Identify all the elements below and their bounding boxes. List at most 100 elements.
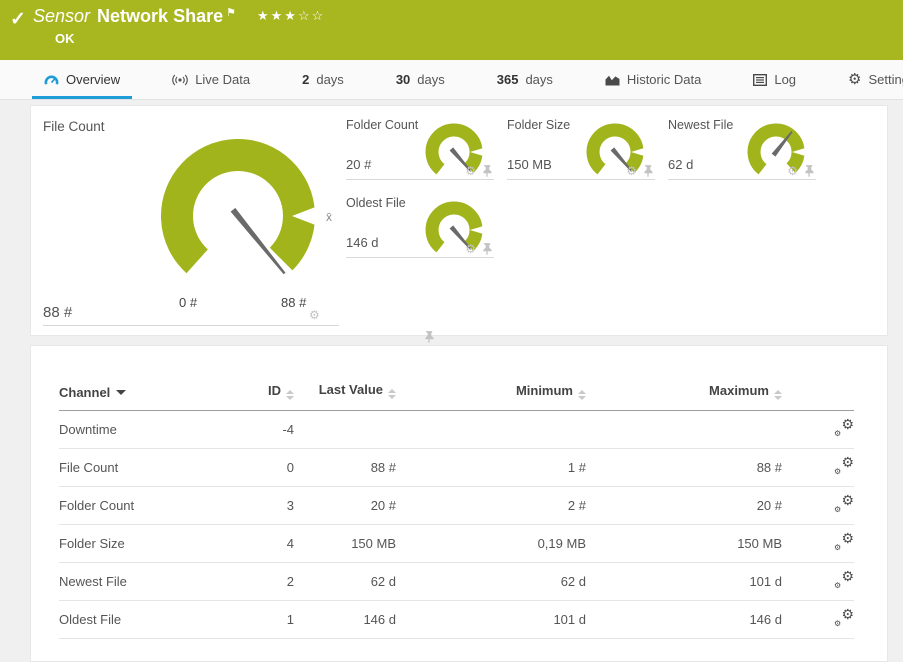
broadcast-icon: [172, 74, 188, 86]
sensor-kind-label: Sensor: [33, 6, 90, 26]
tab-log[interactable]: Log: [741, 60, 808, 99]
table-row-newest-file: Newest File 2 62 d 62 d 101 d ⚙⚙: [59, 562, 854, 600]
column-label: Maximum: [709, 383, 769, 398]
sort-desc-icon: [116, 390, 126, 395]
tab-bar: Overview Live Data 2 days 30 days 365 da…: [0, 60, 903, 100]
channel-name: Folder Count: [346, 118, 418, 132]
tab-settings[interactable]: ⚙ Settings: [836, 60, 903, 99]
mini-gauge-newest-file: Newest File 62 d ⚙: [668, 114, 816, 180]
tab-historic-data-label: Historic Data: [627, 72, 701, 87]
log-list-icon: [753, 74, 767, 86]
cell-maximum: [586, 410, 782, 448]
column-header-maximum[interactable]: Maximum: [586, 374, 782, 410]
primary-gauge: x̄: [146, 128, 356, 298]
channel-gear-icon[interactable]: ⚙: [626, 165, 637, 177]
cell-id: 2: [239, 562, 294, 600]
tab-live-data[interactable]: Live Data: [160, 60, 262, 99]
column-label: Channel: [59, 385, 110, 400]
channel-current-value: 20 #: [346, 157, 371, 172]
cell-last-value: 20 #: [294, 486, 396, 524]
mini-gauge-folder-size: Folder Size 150 MB ⚙: [507, 114, 655, 180]
divider: [43, 325, 339, 326]
status-badge: OK: [55, 31, 75, 46]
pin-icon[interactable]: [643, 165, 653, 177]
cell-id: 0: [239, 448, 294, 486]
cell-last-value: 88 #: [294, 448, 396, 486]
gauges-panel: File Count x̄ 0 # 88 # 88 # ⚙ Folder Cou…: [30, 105, 888, 336]
tab-2-days[interactable]: 2 days: [290, 60, 356, 99]
cell-maximum: 101 d: [586, 562, 782, 600]
channel-settings-icon[interactable]: ⚙⚙: [834, 420, 854, 436]
priority-stars[interactable]: ★★★☆☆: [257, 8, 325, 23]
cell-minimum: [396, 410, 586, 448]
channel-current-value: 62 d: [668, 157, 693, 172]
mini-gauge-oldest-file: Oldest File 146 d ⚙: [346, 192, 494, 258]
tab-live-data-label: Live Data: [195, 72, 250, 87]
stars-filled[interactable]: ★★★: [257, 8, 298, 23]
sort-icon[interactable]: [388, 389, 396, 399]
cell-maximum: 146 d: [586, 600, 782, 638]
tab-historic-data[interactable]: Historic Data: [593, 60, 713, 99]
pin-icon[interactable]: [804, 165, 814, 177]
column-header-id[interactable]: ID: [239, 374, 294, 410]
tab-overview[interactable]: Overview: [32, 60, 132, 99]
column-header-minimum[interactable]: Minimum: [396, 374, 586, 410]
cell-last-value: [294, 410, 396, 448]
table-row-downtime: Downtime -4 ⚙⚙: [59, 410, 854, 448]
sort-icon[interactable]: [286, 390, 294, 400]
channel-gear-icon[interactable]: ⚙: [465, 243, 476, 255]
cell-maximum: 20 #: [586, 486, 782, 524]
sort-icon[interactable]: [774, 390, 782, 400]
prtg-sensor-page: ✓ SensorNetwork Share⚑ ★★★☆☆ OK Overview…: [0, 0, 903, 662]
channel-name: Newest File: [668, 118, 733, 132]
cell-minimum: 1 #: [396, 448, 586, 486]
tab-30-days[interactable]: 30 days: [384, 60, 457, 99]
channel-gear-icon[interactable]: ⚙: [787, 165, 798, 177]
channel-gear-icon[interactable]: ⚙: [465, 165, 476, 177]
cell-id: 4: [239, 524, 294, 562]
cell-channel: Downtime: [59, 410, 239, 448]
channel-current-value: 150 MB: [507, 157, 552, 172]
channel-settings-icon[interactable]: ⚙⚙: [834, 534, 854, 550]
channel-name: Folder Size: [507, 118, 570, 132]
sort-icon[interactable]: [578, 390, 586, 400]
tab-settings-label: Settings: [869, 72, 903, 87]
tab-365-days-label: days: [525, 72, 552, 87]
cell-last-value: 62 d: [294, 562, 396, 600]
priority-flag-icon[interactable]: ⚑: [226, 7, 236, 19]
pin-icon[interactable]: [424, 331, 434, 343]
cell-maximum: 88 #: [586, 448, 782, 486]
average-marker: x̄: [326, 210, 332, 224]
cell-id: -4: [239, 410, 294, 448]
pin-icon[interactable]: [482, 165, 492, 177]
sensor-header: ✓ SensorNetwork Share⚑ ★★★☆☆ OK: [0, 0, 903, 60]
tab-30-days-num: 30: [396, 72, 410, 87]
tab-log-label: Log: [774, 72, 796, 87]
channel-settings-icon[interactable]: ⚙⚙: [834, 610, 854, 626]
column-label: Minimum: [516, 383, 573, 398]
pin-icon[interactable]: [482, 243, 492, 255]
channel-settings-icon[interactable]: ⚙⚙: [834, 572, 854, 588]
tab-30-days-label: days: [417, 72, 444, 87]
cell-maximum: 150 MB: [586, 524, 782, 562]
channel-settings-icon[interactable]: ⚙⚙: [834, 496, 854, 512]
column-label: Last Value: [319, 382, 383, 397]
channel-gear-icon[interactable]: ⚙: [309, 309, 320, 321]
cell-channel: Newest File: [59, 562, 239, 600]
cell-last-value: 150 MB: [294, 524, 396, 562]
channel-settings-icon[interactable]: ⚙⚙: [834, 458, 854, 474]
stars-empty[interactable]: ☆☆: [298, 8, 325, 23]
column-header-last-value[interactable]: Last Value: [294, 374, 396, 410]
sensor-title: Network Share: [97, 6, 223, 26]
cell-last-value: 146 d: [294, 600, 396, 638]
gauge-scale-min: 0 #: [179, 295, 197, 310]
cell-minimum: 0,19 MB: [396, 524, 586, 562]
cell-channel: Oldest File: [59, 600, 239, 638]
cell-minimum: 2 #: [396, 486, 586, 524]
channel-current-value: 88 #: [43, 304, 72, 321]
tab-365-days[interactable]: 365 days: [485, 60, 565, 99]
column-header-channel[interactable]: Channel: [59, 374, 239, 410]
gauge-icon: [44, 73, 59, 86]
channel-name: File Count: [43, 119, 105, 134]
channel-current-value: 146 d: [346, 235, 379, 250]
